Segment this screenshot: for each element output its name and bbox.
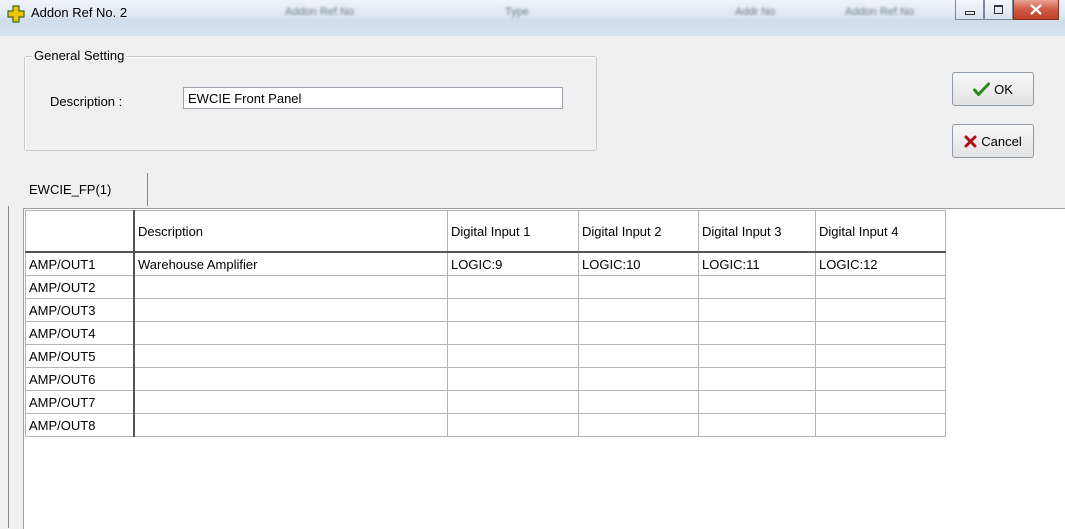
close-icon [1030,4,1042,15]
grid-cell[interactable] [698,298,816,322]
grid-cell[interactable] [447,344,579,368]
grid-cell[interactable] [698,344,816,368]
grid-cell[interactable] [698,413,816,437]
cancel-button[interactable]: Cancel [952,124,1034,158]
table-row[interactable]: AMP/OUT3 [25,298,946,322]
grid-cell[interactable] [815,298,946,322]
ok-label: OK [994,81,1013,97]
grid-cell[interactable] [447,321,579,345]
grid-cell[interactable] [815,367,946,391]
column-header-digital-input-3[interactable]: Digital Input 3 [698,210,816,253]
row-header-cell: AMP/OUT2 [25,275,135,299]
grid-cell[interactable] [447,298,579,322]
grid-cell[interactable] [578,275,699,299]
description-field[interactable] [183,87,563,109]
divider [8,206,9,528]
column-header-description[interactable]: Description [133,210,448,253]
corner-cell [25,210,135,253]
row-header-cell: AMP/OUT8 [25,413,135,437]
addon-grid: Description Digital Input 1 Digital Inpu… [25,210,946,437]
grid-cell[interactable] [133,321,448,345]
group-legend: General Setting [32,48,127,63]
grid-cell[interactable] [815,321,946,345]
window-controls [955,0,1059,20]
grid-cell[interactable] [698,275,816,299]
grid-cell[interactable] [133,298,448,322]
grid-cell[interactable]: LOGIC:9 [447,251,579,276]
table-row[interactable]: AMP/OUT1 Warehouse Amplifier LOGIC:9 LOGIC:… [25,251,946,276]
grid-cell[interactable]: LOGIC:12 [815,251,946,276]
grid-cell[interactable] [698,367,816,391]
minimize-button[interactable] [955,0,984,20]
background-title-1: Addon Ref No [285,6,355,18]
plus-icon [7,5,25,23]
ok-button[interactable]: OK [952,72,1034,106]
table-row[interactable]: AMP/OUT2 [25,275,946,299]
x-icon [964,135,977,147]
tab-label: EWCIE_FP(1) [29,182,112,197]
grid-cell[interactable] [578,344,699,368]
grid-cell[interactable] [447,413,579,437]
table-row[interactable]: AMP/OUT4 [25,321,946,345]
background-title-2: Type [505,6,529,18]
close-button[interactable] [1013,0,1059,20]
grid-cell[interactable] [815,413,946,437]
grid-cell[interactable] [578,298,699,322]
table-row[interactable]: AMP/OUT8 [25,413,946,437]
background-title-4: Addon Ref No [845,6,915,18]
maximize-button[interactable] [984,0,1013,20]
table-row[interactable]: AMP/OUT7 [25,390,946,414]
grid-panel[interactable]: Description Digital Input 1 Digital Inpu… [23,208,1065,529]
column-header-digital-input-1[interactable]: Digital Input 1 [447,210,579,253]
window-title: Addon Ref No. 2 [31,5,128,20]
row-header-cell: AMP/OUT5 [25,344,135,368]
checkmark-icon [973,82,991,96]
grid-cell[interactable] [578,367,699,391]
title-bar[interactable]: Addon Ref No. 2 Addon Ref No Type Addr N… [0,0,1065,36]
grid-cell[interactable] [698,321,816,345]
row-header-cell: AMP/OUT6 [25,367,135,391]
cancel-label: Cancel [981,133,1022,149]
grid-cell[interactable] [133,413,448,437]
row-header-cell: AMP/OUT4 [25,321,135,345]
grid-cell[interactable] [578,390,699,414]
grid-cell[interactable] [815,275,946,299]
grid-cell[interactable]: LOGIC:11 [698,251,816,276]
header-row: Description Digital Input 1 Digital Inpu… [25,210,946,253]
grid-cell[interactable] [447,275,579,299]
grid-cell[interactable] [447,367,579,391]
row-header-cell: AMP/OUT7 [25,390,135,414]
table-row[interactable]: AMP/OUT6 [25,367,946,391]
row-header-cell: AMP/OUT3 [25,298,135,322]
grid-cell[interactable] [447,390,579,414]
row-header-cell: AMP/OUT1 [25,251,135,276]
grid-cell[interactable] [578,413,699,437]
column-header-digital-input-2[interactable]: Digital Input 2 [578,210,699,253]
description-label: Description : [50,94,123,109]
grid-cell[interactable] [578,321,699,345]
tab-ewcie-fp[interactable]: EWCIE_FP(1) [24,173,148,206]
grid-cell[interactable] [133,344,448,368]
grid-cell[interactable] [133,275,448,299]
grid-cell[interactable] [133,390,448,414]
background-title-3: Addr No [735,6,776,18]
grid-cell[interactable]: Warehouse Amplifier [133,251,448,276]
grid-cell[interactable] [815,390,946,414]
grid-cell[interactable] [815,344,946,368]
grid-cell[interactable] [133,367,448,391]
grid-cell[interactable]: LOGIC:10 [578,251,699,276]
table-row[interactable]: AMP/OUT5 [25,344,946,368]
grid-cell[interactable] [698,390,816,414]
column-header-digital-input-4[interactable]: Digital Input 4 [815,210,946,253]
